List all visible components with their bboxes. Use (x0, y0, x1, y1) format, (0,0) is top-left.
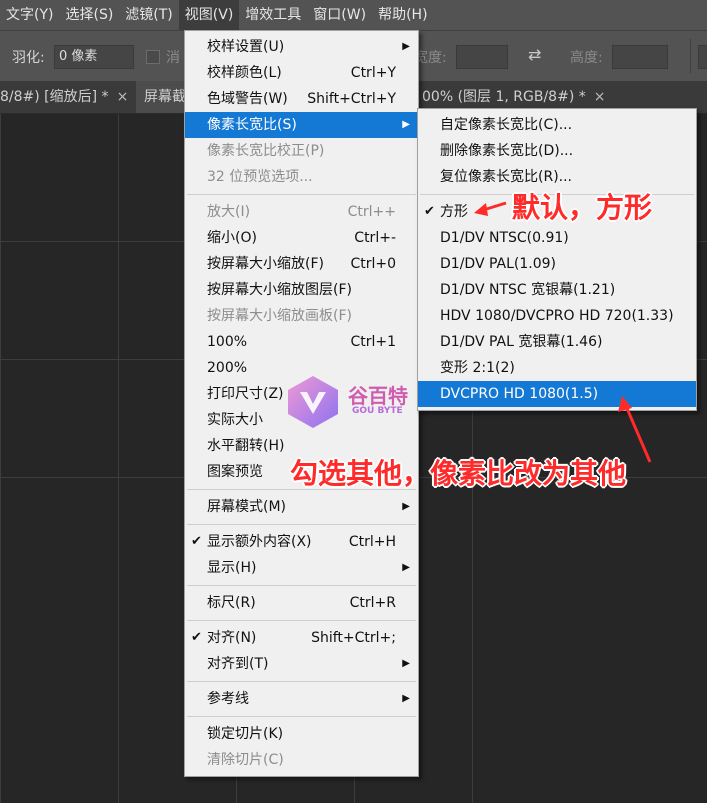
arrow-to-dvcpro (624, 405, 652, 463)
arrow-head-icon (618, 396, 632, 412)
annotation-other: 勾选其他，像素比改为其他 (290, 457, 627, 490)
arrow-head-icon (474, 203, 488, 216)
annotation-default: 默认，方形 (512, 191, 653, 224)
annotation-arrows (474, 201, 652, 463)
